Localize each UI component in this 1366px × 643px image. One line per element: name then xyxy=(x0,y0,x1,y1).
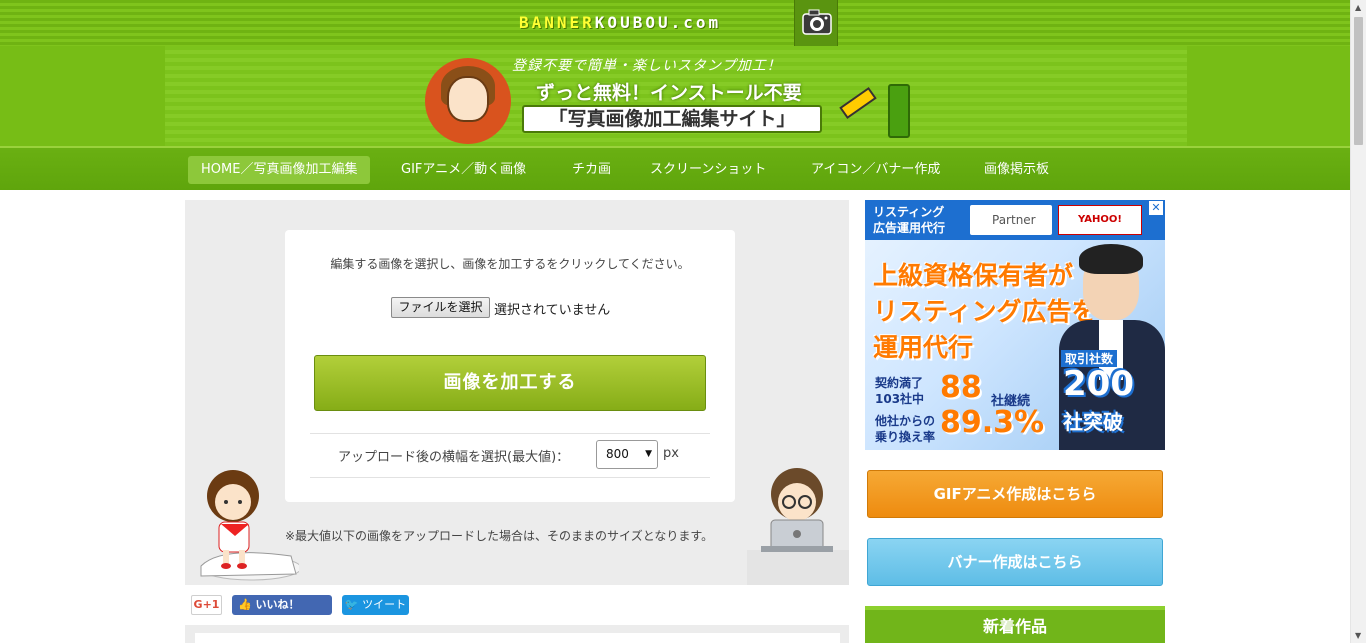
width-select-value: 800 xyxy=(606,447,629,461)
scrollbar-thumb[interactable] xyxy=(1354,17,1363,145)
facebook-like-button[interactable]: 👍 いいね！ 1245 xyxy=(232,595,332,631)
thumbs-up-icon: 👍 xyxy=(238,598,252,611)
process-image-button[interactable]: 画像を加工する xyxy=(314,355,706,411)
tweet-button[interactable]: 🐦 ツイート xyxy=(342,595,409,615)
width-label: アップロード後の横幅を選択(最大値)： xyxy=(338,450,570,465)
ad-stat1-label: 契約満了 103社中 xyxy=(875,376,925,406)
ad-badge-suffix: 社突破 xyxy=(1063,410,1123,434)
nav-item-board[interactable]: 画像掲示板 xyxy=(984,156,1049,184)
upload-note: ※最大値以下の画像をアップロードした場合は、そのままのサイズとなります。 xyxy=(285,529,714,543)
upload-card: 編集する画像を選択し、画像を加工するをクリックしてください。 ファイルを選択 選… xyxy=(285,230,735,502)
ad-top-text-2: 広告運用代行 xyxy=(873,221,946,235)
nav-item-screenshot[interactable]: スクリーンショット xyxy=(650,156,766,184)
mascot-girl-icon xyxy=(425,58,511,144)
ad-top-text-1: リスティング xyxy=(873,205,945,219)
divider xyxy=(310,433,710,434)
scroll-up-icon[interactable]: ▲ xyxy=(1355,3,1361,12)
nav-item-home[interactable]: HOME／写真画像加工編集 xyxy=(188,156,371,184)
ad-badge-value: 200 xyxy=(1063,364,1134,404)
logo-rest: KOUBOU xyxy=(594,13,671,32)
top-bar: BANNERKOUBOU.com xyxy=(0,0,1350,46)
file-status: 選択されていません xyxy=(494,303,611,318)
camera-icon[interactable] xyxy=(794,0,838,46)
pencil-icon xyxy=(888,84,910,138)
new-works-heading: 新着作品 xyxy=(865,606,1165,643)
content-panel-inner xyxy=(195,633,840,643)
twitter-bird-icon: 🐦 xyxy=(344,598,359,611)
upload-panel: 編集する画像を選択し、画像を加工するをクリックしてください。 ファイルを選択 選… xyxy=(185,200,849,585)
gif-create-button[interactable]: GIFアニメ作成はこちら xyxy=(867,470,1163,518)
hero-banner: 登録不要で簡単・楽しいスタンプ加工！ ずっと無料！インストール不要 「写真画像加… xyxy=(0,46,1350,146)
page-scrollbar[interactable]: ▲ ▼ xyxy=(1350,0,1366,643)
facebook-like-label: いいね！ xyxy=(255,598,300,611)
nav-item-icon-banner[interactable]: アイコン／バナー作成 xyxy=(811,156,940,184)
ad-close-icon[interactable]: ✕ xyxy=(1149,201,1163,215)
ad-stat2-label: 他社からの 乗り換え率 xyxy=(875,414,936,444)
chevron-down-icon: ▼ xyxy=(645,449,652,459)
file-select-button[interactable]: ファイルを選択 xyxy=(391,297,490,318)
divider xyxy=(310,477,710,478)
yahoo-badge: YAHOO! xyxy=(1058,205,1142,235)
ad-person-hair xyxy=(1079,244,1143,274)
width-select[interactable]: 800 ▼ xyxy=(596,440,658,469)
mascot-boy-laptop-icon xyxy=(747,468,849,585)
ad-stat1-value: 88 xyxy=(940,370,982,405)
mascot-girl-train-icon xyxy=(200,470,299,581)
scroll-down-icon[interactable]: ▼ xyxy=(1355,631,1361,640)
hero-line2: 「写真画像加工編集サイト」 xyxy=(522,105,822,133)
logo-accent: BANNER xyxy=(519,13,595,32)
logo-suffix: .com xyxy=(670,13,722,32)
ad-header-text: リスティング 広告運用代行 xyxy=(873,204,945,236)
google-partner-badge: Partner xyxy=(970,205,1052,235)
sidebar-ad[interactable]: リスティング 広告運用代行 Partner YAHOO! ✕ 上級資格保有者が … xyxy=(865,200,1165,450)
ad-header: リスティング 広告運用代行 Partner YAHOO! xyxy=(865,200,1165,240)
ad-stats: 契約満了 103社中 他社からの 乗り換え率 xyxy=(875,375,937,445)
nav-item-gif[interactable]: GIFアニメ／動く画像 xyxy=(401,156,526,184)
hero-line1: ずっと無料！インストール不要 xyxy=(536,82,802,104)
tweet-label: ツイート xyxy=(362,598,407,611)
content-panel xyxy=(185,625,849,643)
ad-stat2-value: 89.3% xyxy=(940,405,1045,440)
upload-instruction: 編集する画像を選択し、画像を加工するをクリックしてください。 xyxy=(330,257,690,271)
hero-tagline: 登録不要で簡単・楽しいスタンプ加工！ xyxy=(512,58,782,74)
nav-item-chika[interactable]: チカ画 xyxy=(572,156,611,184)
ad-partner-label: Partner xyxy=(992,213,1036,227)
google-plus-button[interactable]: G+1 xyxy=(191,595,222,615)
main-nav: HOME／写真画像加工編集 GIFアニメ／動く画像 チカ画 スクリーンショット … xyxy=(0,146,1350,190)
mascot-face xyxy=(447,76,489,122)
ad-count-badge: 取引社数 200 社突破 xyxy=(1053,350,1143,445)
site-logo[interactable]: BANNERKOUBOU.com xyxy=(519,13,721,32)
banner-create-button[interactable]: バナー作成はこちら xyxy=(867,538,1163,586)
width-unit: px xyxy=(663,446,679,461)
